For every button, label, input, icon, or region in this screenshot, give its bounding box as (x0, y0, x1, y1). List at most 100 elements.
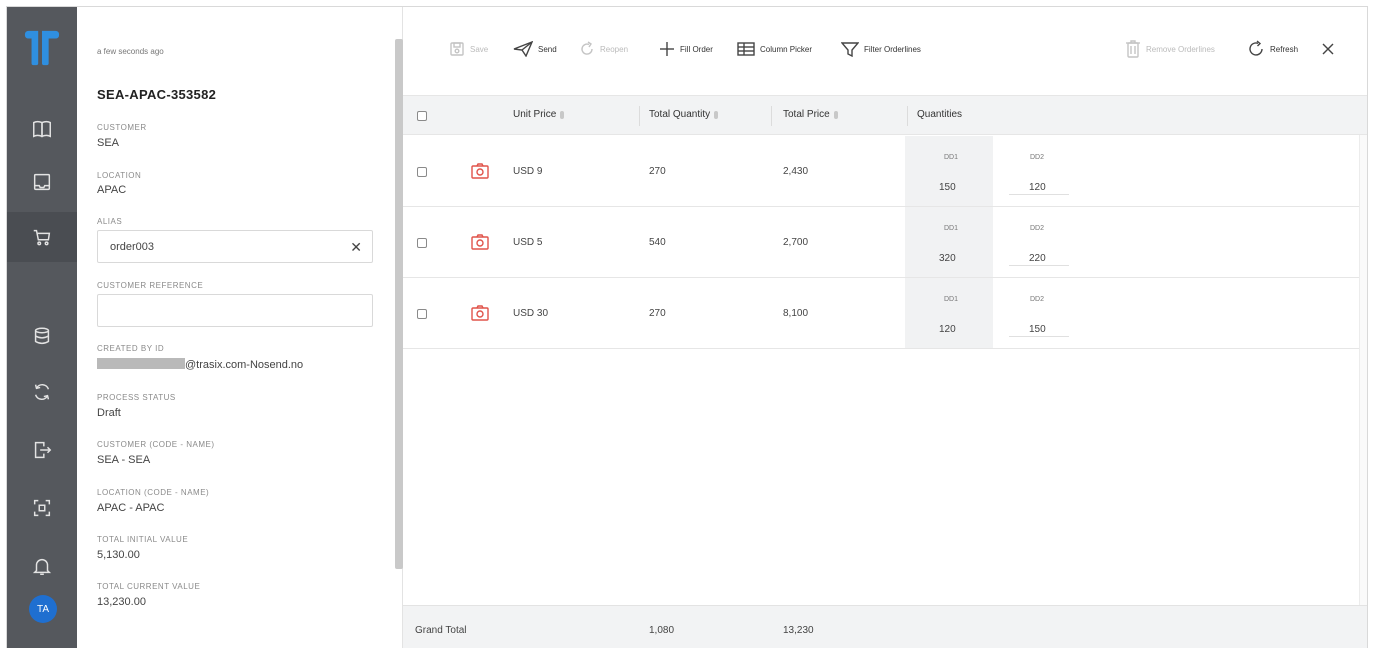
customer-reference-label: CUSTOMER REFERENCE (97, 281, 204, 290)
table-scrollbar[interactable] (1359, 135, 1367, 605)
dd2-label: DD2 (1030, 296, 1045, 303)
export-icon (34, 441, 52, 459)
inbox-icon (33, 173, 51, 191)
save-icon (450, 42, 464, 56)
location-label: LOCATION (97, 171, 142, 180)
total-quantity-cell: 270 (649, 308, 666, 319)
fill-order-button[interactable]: Fill Order (659, 39, 713, 59)
header-unit-price[interactable]: Unit Price (513, 109, 565, 120)
sort-icon (833, 110, 838, 119)
trash-icon (1126, 40, 1140, 58)
created-by-label: CREATED BY ID (97, 344, 165, 353)
save-button[interactable]: Save (449, 39, 488, 59)
plus-icon (660, 42, 674, 56)
input-underline (1009, 265, 1069, 266)
book-icon (33, 120, 51, 138)
close-icon (1322, 43, 1334, 55)
send-icon (513, 41, 533, 57)
nav-scan[interactable] (7, 483, 77, 533)
location-value: APAC (97, 184, 127, 196)
table-header: Unit Price Total Quantity Total Price Qu… (403, 95, 1367, 135)
refresh-icon (1249, 40, 1263, 56)
dd2-quantity-input[interactable]: 120 (1029, 182, 1046, 193)
grand-total-label: Grand Total (415, 625, 467, 636)
table-row[interactable]: USD 30 270 8,100 DD1 120 DD2 150 (403, 278, 1367, 349)
column-separator[interactable] (771, 106, 772, 126)
app-window: TA a few seconds ago SEA-APAC-353582 CUS… (6, 6, 1368, 648)
total-price-cell: 2,430 (783, 166, 809, 177)
process-status-label: PROCESS STATUS (97, 393, 176, 402)
alias-input[interactable]: order003 ✕ (97, 230, 373, 263)
table-row[interactable]: USD 9 270 2,430 DD1 150 DD2 120 (403, 136, 1367, 207)
redacted-block (97, 358, 185, 369)
bell-icon (32, 558, 52, 575)
table-row[interactable]: USD 5 540 2,700 DD1 320 DD2 220 (403, 207, 1367, 278)
dd2-label: DD2 (1030, 225, 1045, 232)
location-code-label: LOCATION (CODE - NAME) (97, 488, 210, 497)
dd1-label: DD1 (944, 225, 959, 232)
nav-export[interactable] (7, 425, 77, 475)
nav-orders[interactable] (7, 212, 77, 262)
filter-icon (841, 42, 859, 57)
send-button[interactable]: Send (513, 39, 557, 59)
customer-reference-input[interactable] (97, 294, 373, 327)
header-total-price[interactable]: Total Price (783, 109, 838, 120)
total-quantity-cell: 270 (649, 166, 666, 177)
total-initial-label: TOTAL INITIAL VALUE (97, 535, 189, 544)
total-price-cell: 2,700 (783, 237, 809, 248)
details-scrollbar[interactable] (395, 39, 403, 569)
unit-price-cell: USD 5 (513, 237, 543, 248)
dd1-value: 320 (939, 253, 956, 264)
row-checkbox[interactable] (417, 309, 427, 319)
total-initial-value: 5,130.00 (97, 549, 140, 561)
total-current-value: 13,230.00 (97, 596, 146, 608)
camera-icon[interactable] (471, 163, 489, 179)
sort-icon (560, 110, 565, 119)
input-underline (1009, 194, 1069, 195)
camera-icon[interactable] (471, 234, 489, 250)
row-checkbox[interactable] (417, 167, 427, 177)
reopen-button[interactable]: Reopen (579, 39, 628, 59)
nav-database[interactable] (7, 311, 77, 361)
sort-icon (714, 110, 719, 119)
column-picker-button[interactable]: Column Picker (737, 39, 812, 59)
avatar[interactable]: TA (29, 595, 57, 623)
filter-orderlines-button[interactable]: Filter Orderlines (841, 39, 921, 59)
total-price-cell: 8,100 (783, 308, 809, 319)
table-icon (737, 42, 755, 56)
dd1-label: DD1 (944, 296, 959, 303)
dd1-label: DD1 (944, 154, 959, 161)
clear-icon[interactable]: ✕ (350, 239, 362, 256)
dd1-quantity-cell (905, 278, 993, 348)
logo-icon (24, 30, 60, 66)
reopen-icon (581, 41, 593, 55)
orderlines-main: Save Send Reopen Fill Order Column Picke… (403, 7, 1367, 648)
customer-value: SEA (97, 137, 120, 149)
close-button[interactable] (1321, 39, 1335, 59)
nav-catalog[interactable] (7, 104, 77, 154)
process-status-value: Draft (97, 407, 121, 419)
dd1-quantity-cell (905, 207, 993, 277)
dd2-quantity-input[interactable]: 220 (1029, 253, 1046, 264)
created-by-value: @trasix.com-Nosend.no (97, 358, 303, 371)
column-separator[interactable] (907, 106, 908, 126)
nav-notifications[interactable] (7, 541, 77, 591)
remove-orderlines-button[interactable]: Remove Orderlines (1125, 39, 1215, 59)
nav-inbox[interactable] (7, 157, 77, 207)
dd2-quantity-input[interactable]: 150 (1029, 324, 1046, 335)
sidebar: TA (7, 7, 77, 648)
nav-sync[interactable] (7, 367, 77, 417)
column-separator[interactable] (639, 106, 640, 126)
total-current-label: TOTAL CURRENT VALUE (97, 582, 201, 591)
dd1-quantity-cell (905, 136, 993, 206)
customer-code-value: SEA - SEA (97, 454, 151, 466)
order-details-panel: a few seconds ago SEA-APAC-353582 CUSTOM… (77, 7, 403, 648)
camera-icon[interactable] (471, 305, 489, 321)
input-underline (1009, 336, 1069, 337)
refresh-button[interactable]: Refresh (1247, 39, 1298, 59)
last-updated-timestamp: a few seconds ago (97, 47, 164, 56)
location-code-value: APAC - APAC (97, 502, 165, 514)
header-total-quantity[interactable]: Total Quantity (649, 109, 719, 120)
select-all-checkbox[interactable] (417, 111, 427, 121)
row-checkbox[interactable] (417, 238, 427, 248)
